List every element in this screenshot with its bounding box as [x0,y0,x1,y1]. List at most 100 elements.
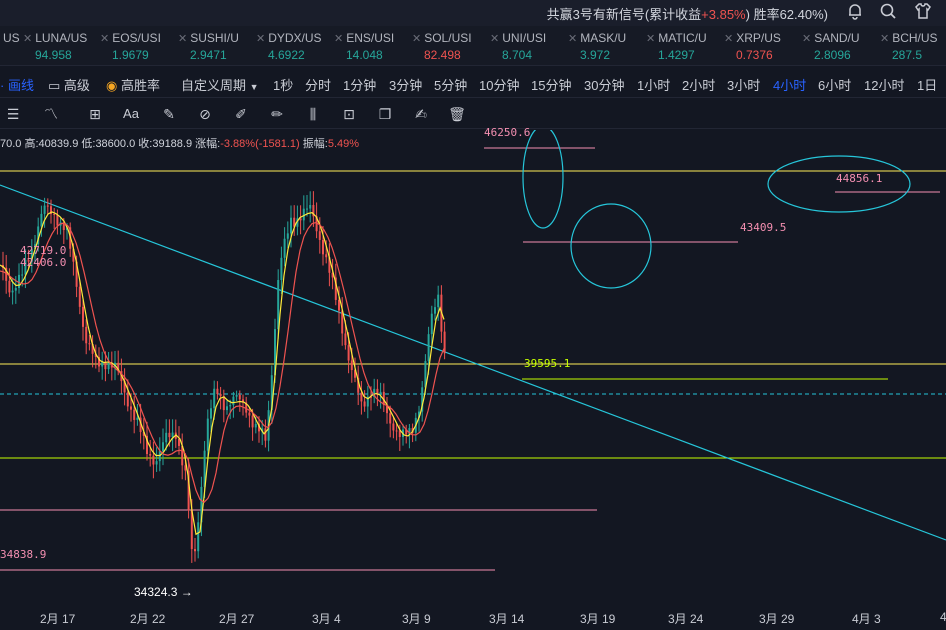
ticker-item[interactable]: ✕ SUSHI/U 2.9471 [178,30,256,63]
ticker-item[interactable]: ✕ SAND/U 2.8096 [802,30,880,63]
close-icon[interactable]: ✕ [334,33,343,45]
close-icon[interactable]: ✕ [178,33,187,45]
period-4[interactable]: 5分钟 [434,75,467,94]
ruler-icon[interactable]: ✎ [158,103,180,125]
x-tick-label: 4 [940,610,946,624]
candle-body [21,274,24,276]
close-icon[interactable]: ✕ [490,33,499,45]
ticker-price: 3.972 [580,48,611,62]
candle-body [53,214,56,216]
ticker-item[interactable]: ✕ MATIC/U 1.4297 [646,30,724,63]
trash-icon[interactable]: 🗑 [446,103,468,125]
price-chart[interactable] [0,130,946,605]
period-6[interactable]: 15分钟 [531,75,571,94]
text-icon[interactable]: Aa [120,103,142,125]
custom-period-dropdown[interactable]: 自定义周期 ▼ [181,75,259,94]
candle-body [213,388,216,409]
brush-icon[interactable]: ✏ [266,103,288,125]
ticker-item[interactable]: ✕ SOL/USI 82.498 [412,30,490,63]
ticker-price: 2.9471 [190,48,227,62]
period-12[interactable]: 6小时 [818,75,851,94]
ellipse-annotation-1 [522,130,564,229]
candle-body [254,423,257,428]
ticker-item[interactable]: ✕ EOS/USI 1.9679 [100,30,178,63]
candle-body [344,333,347,346]
period-5[interactable]: 10分钟 [479,75,519,94]
close-icon[interactable]: ✕ [724,33,733,45]
period-14[interactable]: 1日 [917,75,937,94]
close-icon[interactable]: ✕ [412,33,421,45]
ticker-item[interactable]: ✕ MASK/U 3.972 [568,30,646,63]
ticker-item[interactable]: ✕ BCH/US 287.5 [880,30,946,63]
signal-close: ) [745,7,750,22]
signal-notice[interactable]: 共赢3号有新信号(累计收益+3.85%) 胜率62.40%) [547,4,828,23]
close-icon[interactable]: ✕ [880,33,889,45]
period-3[interactable]: 3分钟 [389,75,422,94]
change-value: -3.88%(-1581.1) [220,138,300,150]
candle-body [11,290,14,293]
period-10[interactable]: 3小时 [727,75,760,94]
period-1[interactable]: 分时 [305,75,331,94]
period-13[interactable]: 12小时 [864,75,904,94]
ticker-item[interactable]: ✕ ENS/USI 14.048 [334,30,412,63]
magnet-icon[interactable]: ⊘ [194,103,216,125]
crosshair-icon[interactable]: ⊞ [84,103,106,125]
ticker-item[interactable]: ✕ LUNA/US 94.958 [23,30,101,63]
price-label-44856: 44856.1 [836,172,883,185]
period-11[interactable]: 4小时 [773,75,806,94]
wave-icon[interactable]: 〽 [40,103,62,125]
candle-body [43,205,46,214]
candles-icon[interactable]: ⫼ [302,103,324,125]
ticker-strip: USI✕LUNA/US94.958✕EOS/USI1.9679✕SUSHI/U2… [0,26,946,66]
period-2[interactable]: 1分钟 [343,75,376,94]
period-8[interactable]: 1小时 [637,75,670,94]
search-icon[interactable] [877,2,899,24]
x-tick-label: 2月 22 [130,612,166,626]
candle-body [197,522,200,552]
period-9[interactable]: 2小时 [682,75,715,94]
ticker-price: 4.6922 [268,48,305,62]
ticker-item[interactable]: ✕ UNI/USI 8.704 [490,30,568,63]
ticker-item[interactable]: ✕ DYDX/US 4.6922 [256,30,334,63]
candle-body [325,254,328,258]
close-icon[interactable]: ✕ [256,33,265,45]
bell-icon[interactable] [844,2,866,24]
draw-line-button[interactable]: · 画线 [0,75,34,94]
x-tick-label: 3月 9 [402,612,431,626]
x-tick-label: 2月 17 [40,612,76,626]
ticker-price: 94.958 [35,48,72,62]
candle-body [210,408,212,419]
menu-icon[interactable]: ☰ [2,103,24,125]
ticker-symbol: BCH/US [892,31,938,45]
close-icon[interactable]: ✕ [100,33,109,45]
shirt-icon[interactable] [912,2,934,24]
candle-body [46,205,49,207]
candle-body [290,217,292,234]
price-label-43409: 43409.5 [740,221,787,234]
candle-body [168,432,171,438]
candle-body [40,213,43,227]
ma-slow-line [0,221,445,504]
close-icon[interactable]: ✕ [568,33,577,45]
candle-body [248,412,251,416]
ticker-item[interactable]: ✕ XRP/US 0.7376 [724,30,802,63]
ticker-item[interactable]: USI [0,30,20,47]
lock-icon[interactable]: ⊡ [338,103,360,125]
advanced-button[interactable]: ▭ 高级 [48,75,90,94]
price-label-39595: 39595.1 [524,357,571,370]
candle-body [85,326,88,344]
candle-body [427,334,430,361]
high-win-button[interactable]: ◉ 高胜率 [106,75,160,94]
x-tick-label: 3月 19 [580,612,616,626]
pen-icon[interactable]: ✐ [230,103,252,125]
close-icon[interactable]: ✕ [23,33,32,45]
period-7[interactable]: 30分钟 [584,75,624,94]
x-tick-label: 2月 27 [219,612,255,626]
candle-body [56,215,59,226]
period-0[interactable]: 1秒 [273,75,293,94]
copy-icon[interactable]: ❐ [374,103,396,125]
close-icon[interactable]: ✕ [802,33,811,45]
edit-icon[interactable]: ✍ [410,103,432,125]
x-axis: 2月 17 2月 22 2月 27 3月 4 3月 9 3月 14 3月 19 3月 24 3月… [0,605,946,630]
close-icon[interactable]: ✕ [646,33,655,45]
